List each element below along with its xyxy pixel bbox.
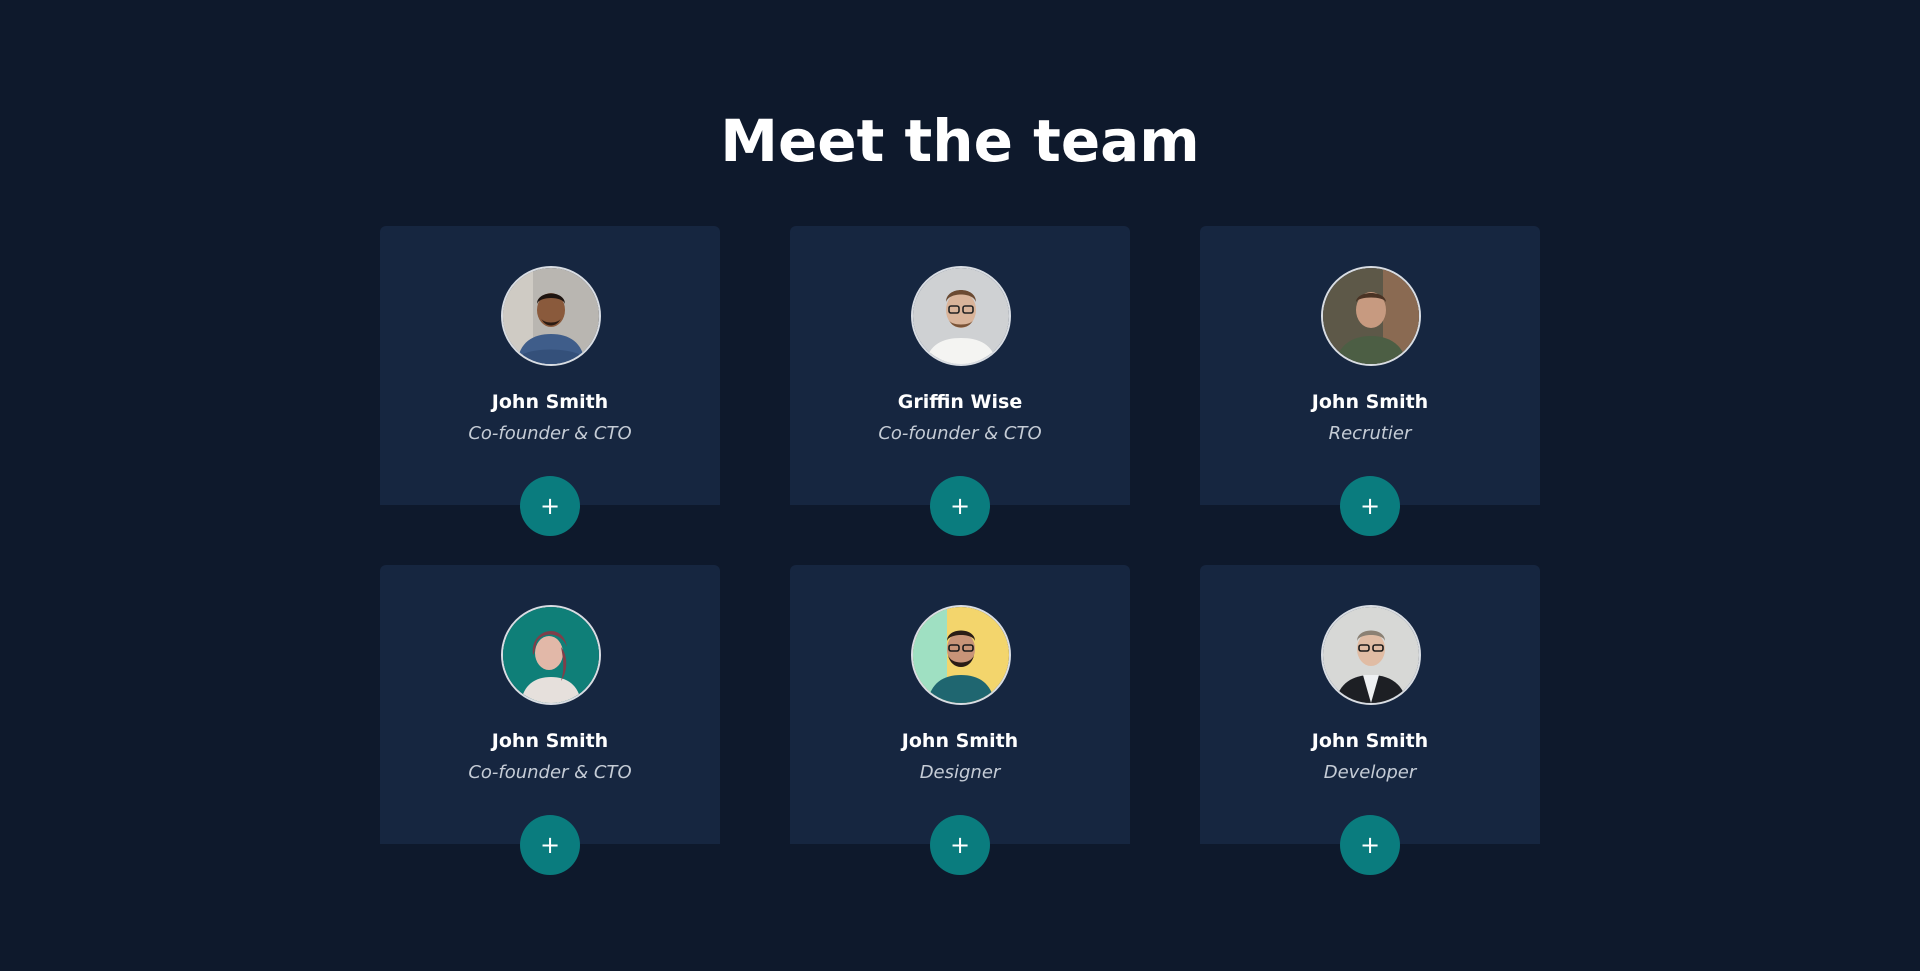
avatar <box>1321 605 1421 705</box>
team-grid: John Smith Co-founder & CTO + Griffin Wi… <box>380 226 1540 875</box>
team-card: John Smith Designer + <box>790 565 1130 875</box>
expand-member-button[interactable]: + <box>930 815 990 875</box>
team-card: John Smith Co-founder & CTO + <box>380 226 720 536</box>
avatar <box>911 605 1011 705</box>
expand-member-button[interactable]: + <box>930 476 990 536</box>
member-name: John Smith <box>901 730 1019 752</box>
team-card: Griffin Wise Co-founder & CTO + <box>790 226 1130 536</box>
person-photo-icon <box>1323 607 1419 703</box>
member-role: Co-founder & CTO <box>468 762 632 783</box>
member-name: Griffin Wise <box>897 391 1023 413</box>
member-role: Designer <box>919 762 1001 783</box>
member-name: John Smith <box>1311 391 1429 413</box>
team-page: Meet the team John Smith Co-founder & CT… <box>0 0 1920 971</box>
page-title: Meet the team <box>720 107 1200 175</box>
member-role: Recrutier <box>1328 423 1412 444</box>
avatar <box>911 266 1011 366</box>
member-name: John Smith <box>1311 730 1429 752</box>
team-card: John Smith Developer + <box>1200 565 1540 875</box>
team-card: John Smith Co-founder & CTO + <box>380 565 720 875</box>
expand-member-button[interactable]: + <box>520 815 580 875</box>
member-name: John Smith <box>491 730 609 752</box>
team-card: John Smith Recrutier + <box>1200 226 1540 536</box>
member-role: Co-founder & CTO <box>468 423 632 444</box>
person-photo-icon <box>913 268 1009 364</box>
member-role: Developer <box>1323 762 1417 783</box>
avatar <box>1321 266 1421 366</box>
avatar <box>501 266 601 366</box>
avatar <box>501 605 601 705</box>
person-photo-icon <box>503 268 599 364</box>
expand-member-button[interactable]: + <box>1340 476 1400 536</box>
member-name: John Smith <box>491 391 609 413</box>
person-photo-icon <box>913 607 1009 703</box>
member-role: Co-founder & CTO <box>878 423 1042 444</box>
person-photo-icon <box>1323 268 1419 364</box>
expand-member-button[interactable]: + <box>1340 815 1400 875</box>
expand-member-button[interactable]: + <box>520 476 580 536</box>
person-photo-icon <box>503 607 599 703</box>
